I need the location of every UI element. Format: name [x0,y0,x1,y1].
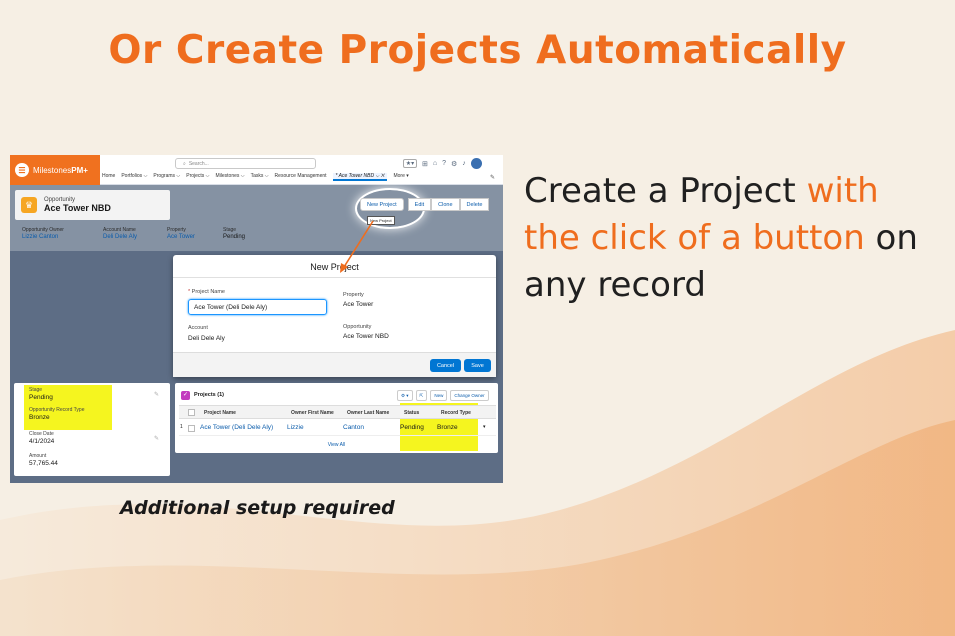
callout-arrow-icon [340,220,374,273]
caption-part-1: Create a Project [524,171,807,211]
slide-title: Or Create Projects Automatically [108,28,847,73]
salesforce-screenshot: ☰ MilestonesPM+ ⌕ Search... ★▾ ⊞ ⌂ ? ⚙ ♪… [10,155,503,483]
setup-note: Additional setup required [120,497,395,519]
slide-caption: Create a Project with the click of a but… [524,168,944,309]
